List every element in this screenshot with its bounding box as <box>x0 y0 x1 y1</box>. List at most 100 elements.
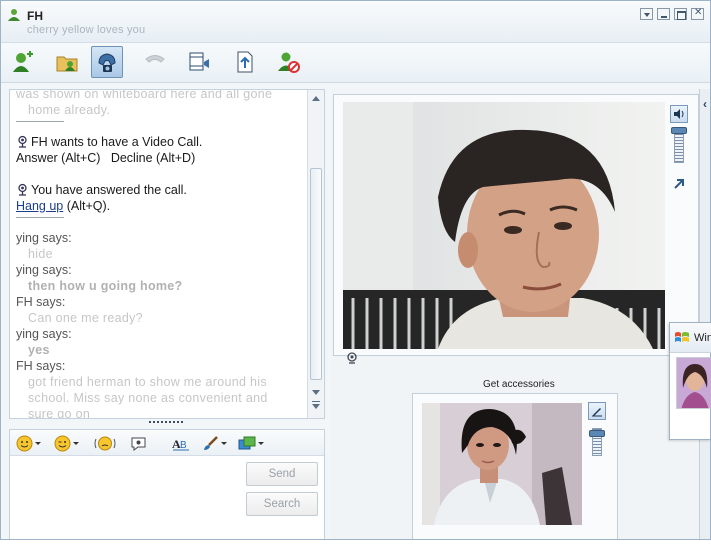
send-button[interactable]: Send <box>246 462 318 486</box>
divider <box>16 217 64 218</box>
voice-clip-icon <box>131 437 146 451</box>
message-speaker: ying says: <box>16 263 72 277</box>
font-button[interactable]: A B <box>172 434 190 452</box>
message-text: home already. <box>28 103 111 117</box>
share-video-button[interactable] <box>183 46 215 78</box>
share-folders-button[interactable] <box>51 46 83 78</box>
remote-video-frame <box>333 94 699 364</box>
chevron-left-icon: ‹ <box>703 97 707 111</box>
compose-area: A B Send Search <box>9 429 325 539</box>
video-call-button[interactable] <box>91 46 123 78</box>
hangup-line: Hang up (Alt+Q). <box>16 198 306 214</box>
message-text: was shown on whiteboard here and all gon… <box>16 89 273 101</box>
system-notice: You have answered the call. <box>16 182 306 198</box>
video-panel: Get accessories <box>331 89 699 539</box>
speaker-button[interactable] <box>670 105 688 123</box>
chevron-down-icon <box>221 441 227 445</box>
buddy-icon <box>8 9 20 21</box>
conversation-history[interactable]: was shown on whiteboard here and all gon… <box>9 89 325 419</box>
message-speaker: ying says: <box>16 231 72 245</box>
message-text: got friend herman to show me around his <box>28 375 267 389</box>
speaker-icon <box>674 109 684 119</box>
smiley-icon <box>16 435 33 451</box>
local-video-frame <box>412 393 618 539</box>
system-notice: FH wants to have a Video Call. <box>16 134 306 150</box>
answer-option[interactable]: Answer (Alt+C) <box>16 151 100 165</box>
paintbrush-icon <box>204 435 218 450</box>
chat-scrollbar[interactable] <box>307 90 324 418</box>
chevron-down-icon <box>258 441 264 445</box>
window-menu-button[interactable] <box>640 8 653 20</box>
window-title: FH <box>27 9 43 23</box>
background-button[interactable] <box>202 434 227 452</box>
video-call-icon <box>18 135 27 148</box>
remote-webcam-image <box>343 102 665 349</box>
side-panel-toggle[interactable]: ‹ <box>699 89 710 539</box>
scroll-to-end-arrow[interactable] <box>312 401 320 409</box>
block-contact-icon <box>278 52 300 73</box>
popup-title: Windows <box>694 332 711 344</box>
webcam-settings-button[interactable] <box>588 402 606 420</box>
minimize-button[interactable] <box>657 8 670 20</box>
message-text: hide <box>28 247 53 261</box>
shared-folder-icon <box>56 56 78 72</box>
personal-message: cherry yellow loves you <box>27 24 146 36</box>
video-call-icon <box>98 53 116 72</box>
maximize-button[interactable] <box>674 8 687 20</box>
scroll-up-arrow[interactable] <box>312 96 320 101</box>
hang-up-shortcut: (Alt+Q). <box>66 199 111 213</box>
message-speaker: FH says: <box>16 359 66 373</box>
message-text: then how u going home? <box>28 279 183 293</box>
pane-splitter[interactable] <box>149 421 183 425</box>
remote-video[interactable] <box>343 102 665 349</box>
title-bar: FH cherry yellow loves you <box>1 1 710 43</box>
send-file-button[interactable] <box>229 46 261 78</box>
voice-clip-button[interactable] <box>130 434 147 452</box>
wink-button[interactable] <box>54 434 79 452</box>
call-phone-button[interactable] <box>139 46 171 78</box>
local-webcam-image <box>422 403 582 525</box>
window-controls <box>640 7 704 20</box>
get-accessories-link[interactable]: Get accessories <box>483 379 555 390</box>
block-contact-button[interactable] <box>273 46 305 78</box>
scroll-thumb[interactable] <box>310 168 322 380</box>
pop-out-icon[interactable] <box>672 177 686 191</box>
film-icon <box>189 52 209 71</box>
call-answered-text: You have answered the call. <box>31 183 187 197</box>
nudge-icon <box>94 436 116 450</box>
pencil-icon <box>592 408 602 417</box>
svg-text:B: B <box>180 440 187 451</box>
local-video[interactable] <box>422 403 582 525</box>
volume-slider-handle[interactable] <box>671 127 687 134</box>
message-speaker: ying says: <box>16 327 72 341</box>
emoticon-button[interactable] <box>16 434 41 452</box>
scroll-down-arrow[interactable] <box>312 390 320 395</box>
wink-icon <box>54 435 71 451</box>
nudge-button[interactable] <box>94 434 116 452</box>
message-text: school. Miss say none as convenient and <box>28 391 268 405</box>
add-contact-icon <box>13 51 33 72</box>
call-response-options: Answer (Alt+C) Decline (Alt+D) <box>16 150 306 166</box>
video-request-text: FH wants to have a Video Call. <box>31 135 203 149</box>
activities-icon <box>238 436 256 449</box>
hang-up-link[interactable]: Hang up <box>16 199 63 213</box>
add-contact-button[interactable] <box>7 46 39 78</box>
font-icon: A B <box>172 437 189 451</box>
divider <box>16 121 64 122</box>
decline-option[interactable]: Decline (Alt+D) <box>111 151 195 165</box>
search-button[interactable]: Search <box>246 492 318 516</box>
activities-button[interactable] <box>238 434 264 452</box>
message-speaker: FH says: <box>16 295 66 309</box>
popup-thumbnail <box>676 357 711 409</box>
conversation-content: was shown on whiteboard here and all gon… <box>16 89 306 419</box>
close-button[interactable] <box>691 7 704 20</box>
popup-header: Windows <box>670 323 711 353</box>
message-text: Can one me ready? <box>28 311 143 325</box>
mic-slider-handle[interactable] <box>589 430 605 437</box>
video-call-icon <box>18 183 27 196</box>
message-text: sure go on <box>28 407 91 419</box>
webcam-icon[interactable] <box>346 352 358 364</box>
contact-photo <box>677 358 711 408</box>
windows-logo-icon <box>675 332 689 342</box>
windows-popup[interactable]: Windows <box>669 322 711 440</box>
